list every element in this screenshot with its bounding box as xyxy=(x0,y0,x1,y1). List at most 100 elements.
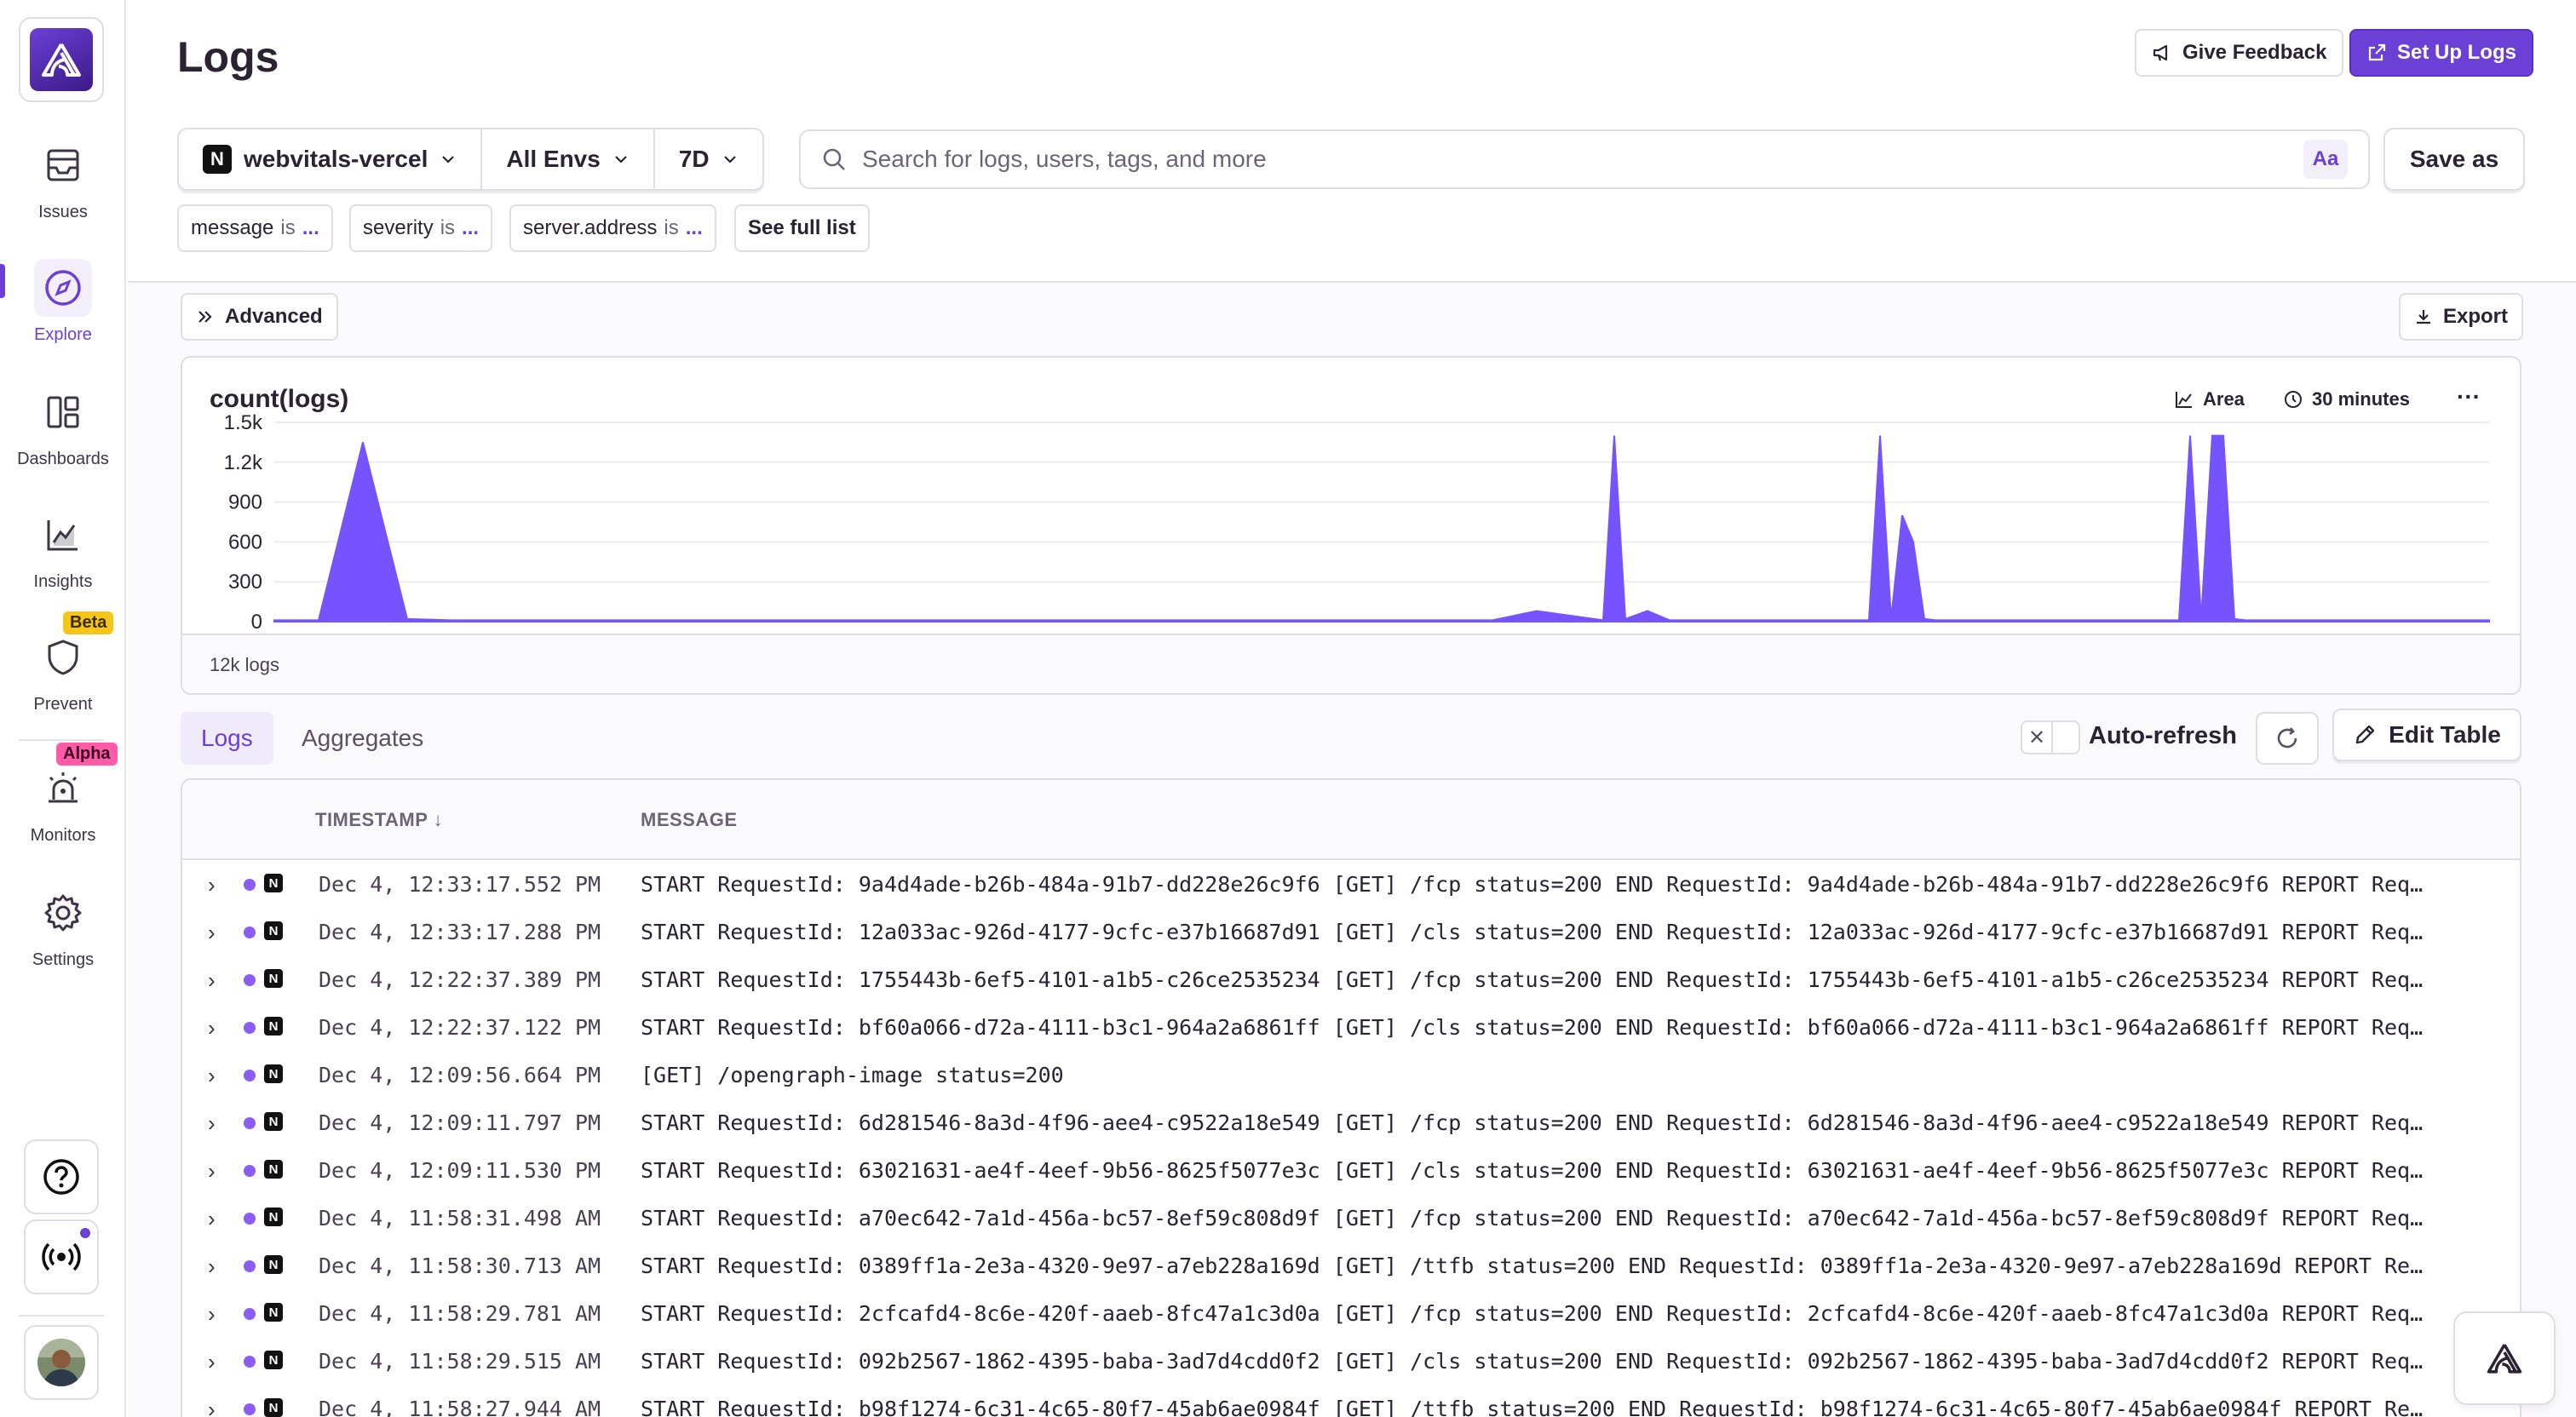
severity-dot xyxy=(244,974,256,986)
broadcast-icon xyxy=(42,1242,81,1271)
chevron-right-icon[interactable]: › xyxy=(208,1254,216,1280)
area-chart: 1.5k1.2k9006003000Nov 28thNov 29thNov 30… xyxy=(224,411,2490,630)
project-logo-icon: N xyxy=(203,145,232,174)
table-body: › N Dec 4, 12:33:17.552 PM START RequestId:… xyxy=(182,860,2520,1417)
table-row[interactable]: › N Dec 4, 12:09:11.797 PM START RequestId:… xyxy=(182,1099,2520,1146)
search-input[interactable] xyxy=(862,146,2288,173)
table-row[interactable]: › N Dec 4, 11:58:29.515 AM START RequestId:… xyxy=(182,1337,2520,1385)
log-count: 12k logs xyxy=(210,654,279,675)
broadcast-button[interactable] xyxy=(24,1219,99,1294)
log-message: START RequestId: 6d281546-8a3d-4f96-aee4… xyxy=(641,1110,2424,1135)
y-tick-label: 0 xyxy=(251,611,262,630)
chevron-right-icon[interactable]: › xyxy=(208,872,216,898)
severity-dot xyxy=(244,1356,256,1368)
table-row[interactable]: › N Dec 4, 12:22:37.122 PM START RequestId:… xyxy=(182,1003,2520,1051)
sentry-widget-button[interactable] xyxy=(2453,1311,2556,1405)
sidebar-item-prevent[interactable]: Prevent xyxy=(0,628,126,714)
org-logo[interactable] xyxy=(19,17,104,102)
chart-card: count(logs) Area 30 minutes ··· 1.5k 1.2k… xyxy=(181,356,2521,695)
chevron-right-icon[interactable]: › xyxy=(208,920,216,946)
inbox-icon xyxy=(34,136,92,194)
refresh-button[interactable] xyxy=(2256,712,2319,765)
environment-selector[interactable]: All Envs xyxy=(482,129,655,189)
help-button[interactable] xyxy=(24,1139,99,1214)
table-row[interactable]: › N Dec 4, 12:09:56.664 PM [GET] /opengraph… xyxy=(182,1051,2520,1099)
chip-operator: is xyxy=(440,216,456,239)
filter-chip-message[interactable]: message is ... xyxy=(177,204,333,252)
chevron-right-icon[interactable]: › xyxy=(208,1015,216,1041)
tab-aggregates[interactable]: Aggregates xyxy=(281,712,444,765)
table-row[interactable]: › N Dec 4, 12:33:17.552 PM START RequestId:… xyxy=(182,860,2520,908)
give-feedback-label: Give Feedback xyxy=(2182,41,2327,64)
chevron-right-icon[interactable]: › xyxy=(208,1206,216,1232)
set-up-logs-button[interactable]: Set Up Logs xyxy=(2349,29,2534,77)
set-up-logs-label: Set Up Logs xyxy=(2397,41,2517,64)
sidebar-item-issues[interactable]: Issues xyxy=(0,136,126,222)
severity-dot xyxy=(244,1213,256,1225)
sidebar-item-explore[interactable]: Explore xyxy=(0,259,126,345)
column-header-timestamp[interactable]: TIMESTAMP ↓ xyxy=(315,809,443,831)
case-sensitive-toggle[interactable]: Aa xyxy=(2303,140,2348,179)
chip-value: ... xyxy=(685,216,703,239)
logs-table: TIMESTAMP ↓ MESSAGE › N Dec 4, 12:33:17.55… xyxy=(181,778,2521,1417)
graph-icon xyxy=(34,506,92,564)
give-feedback-button[interactable]: Give Feedback xyxy=(2135,29,2344,77)
chevron-right-icon[interactable]: › xyxy=(208,1397,216,1417)
table-row[interactable]: › N Dec 4, 11:58:30.713 AM START RequestId:… xyxy=(182,1242,2520,1289)
sidebar-item-label: Explore xyxy=(34,325,92,344)
table-row[interactable]: › N Dec 4, 12:33:17.288 PM START RequestId:… xyxy=(182,908,2520,955)
chevron-right-icon[interactable]: › xyxy=(208,967,216,994)
auto-refresh-toggle[interactable]: ✕ xyxy=(2021,720,2080,754)
date-range-selector[interactable]: 7D xyxy=(655,129,762,189)
chevron-down-icon xyxy=(442,156,455,164)
shield-icon xyxy=(34,628,92,686)
log-timestamp: Dec 4, 12:22:37.122 PM xyxy=(319,1015,601,1040)
severity-dot xyxy=(244,1403,256,1415)
project-selector[interactable]: N webvitals-vercel xyxy=(179,129,483,189)
table-row[interactable]: › N Dec 4, 11:58:31.498 AM START RequestId:… xyxy=(182,1194,2520,1242)
external-link-icon xyxy=(2368,43,2386,61)
help-icon xyxy=(43,1159,79,1195)
chip-key: server.address xyxy=(523,216,658,239)
sidebar-item-monitors[interactable]: Monitors xyxy=(0,760,126,846)
log-message: [GET] /opengraph-image status=200 xyxy=(641,1063,1064,1087)
sidebar-item-label: Issues xyxy=(38,203,88,221)
log-message: START RequestId: 0389ff1a-2e3a-4320-9e97… xyxy=(641,1254,2424,1278)
chevron-right-icon[interactable]: › xyxy=(208,1110,216,1137)
filter-chip-severity[interactable]: severity is ... xyxy=(349,204,493,252)
table-row[interactable]: › N Dec 4, 11:58:27.944 AM START RequestId:… xyxy=(182,1385,2520,1417)
column-header-message[interactable]: MESSAGE xyxy=(641,809,738,831)
tab-logs[interactable]: Logs xyxy=(181,712,273,765)
y-tick-label: 1.2k xyxy=(224,451,263,474)
chevron-right-icon[interactable]: › xyxy=(208,1349,216,1375)
user-avatar-button[interactable] xyxy=(24,1325,99,1400)
see-full-list-button[interactable]: See full list xyxy=(734,204,870,252)
chevron-right-icon[interactable]: › xyxy=(208,1301,216,1328)
save-as-button[interactable]: Save as xyxy=(2383,128,2525,191)
table-row[interactable]: › N Dec 4, 12:22:37.389 PM START RequestId:… xyxy=(182,955,2520,1003)
chevron-down-icon xyxy=(723,156,736,164)
chevron-right-icon[interactable]: › xyxy=(208,1158,216,1185)
column-header-label: TIMESTAMP xyxy=(315,809,428,830)
edit-table-button[interactable]: Edit Table xyxy=(2332,708,2521,761)
log-timestamp: Dec 4, 12:09:56.664 PM xyxy=(319,1063,601,1087)
download-icon xyxy=(2417,310,2430,324)
environment-label: All Envs xyxy=(506,146,601,172)
sidebar-divider xyxy=(19,739,104,741)
log-message: START RequestId: 092b2567-1862-4395-baba… xyxy=(641,1349,2424,1374)
table-row[interactable]: › N Dec 4, 12:09:11.530 PM START RequestId:… xyxy=(182,1146,2520,1194)
severity-dot xyxy=(244,1117,256,1129)
log-message: START RequestId: 2cfcafd4-8c6e-420f-aaeb… xyxy=(641,1301,2424,1326)
sidebar-item-insights[interactable]: Insights xyxy=(0,506,126,592)
advanced-label: Advanced xyxy=(225,305,323,328)
sidebar-item-settings[interactable]: Settings xyxy=(0,884,126,970)
advanced-button[interactable]: Advanced xyxy=(181,293,338,341)
project-logo-icon: N xyxy=(264,1303,283,1322)
sidebar-item-dashboards[interactable]: Dashboards xyxy=(0,383,126,469)
chevron-right-icon[interactable]: › xyxy=(208,1063,216,1089)
table-row[interactable]: › N Dec 4, 11:58:29.781 AM START RequestId:… xyxy=(182,1289,2520,1337)
filter-chip-server-address[interactable]: server.address is ... xyxy=(509,204,716,252)
export-button[interactable]: Export xyxy=(2399,293,2524,341)
y-tick-label: 1.5k xyxy=(224,411,263,434)
severity-dot xyxy=(244,879,256,891)
